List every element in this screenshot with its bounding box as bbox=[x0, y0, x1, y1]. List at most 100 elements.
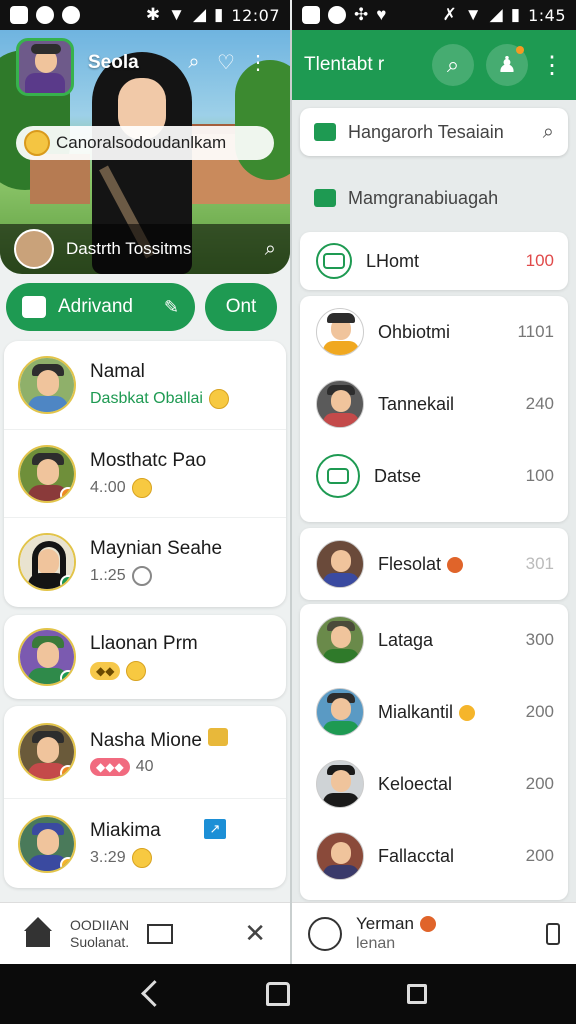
list-item[interactable]: Datse 100 bbox=[300, 440, 568, 512]
add-friend-button[interactable]: Adrivand ✎ bbox=[6, 283, 195, 331]
home-icon[interactable] bbox=[265, 982, 290, 1006]
avatar bbox=[316, 832, 364, 880]
edit-icon: ✎ bbox=[163, 296, 179, 317]
chat-row[interactable]: Llaonan Prm ◆◆ bbox=[4, 615, 286, 699]
heart-icon[interactable]: ♡ bbox=[214, 50, 238, 74]
hero-actions: ⌕ ♡ ⋮ bbox=[182, 50, 270, 74]
profile-avatar[interactable] bbox=[16, 38, 74, 96]
battery-icon: ▮ bbox=[510, 5, 521, 24]
status-time: 1:45 bbox=[528, 5, 566, 25]
row-name: Ohbiotmi bbox=[378, 321, 451, 342]
avatar bbox=[18, 444, 76, 503]
list-item[interactable]: Keloectal 200 bbox=[300, 748, 568, 820]
bell-icon: ♟ bbox=[497, 52, 517, 77]
chat-icon bbox=[314, 123, 336, 141]
mail-icon[interactable] bbox=[147, 923, 174, 944]
row-name: Fallacctal bbox=[378, 845, 455, 866]
row-value: 200 bbox=[525, 774, 554, 793]
section-label: Mamgranabiuagah bbox=[348, 187, 499, 208]
right-panel: Tlentabt r ⌕ ♟ ⋮ Hangarorh Tesaiain ⌕ Ma… bbox=[292, 30, 576, 964]
more-vert-icon[interactable]: ⋮ bbox=[540, 51, 564, 80]
row-name: Tannekail bbox=[378, 393, 455, 414]
chat-row[interactable]: Mosthatc Pao 4.:00 bbox=[4, 429, 286, 517]
avatar bbox=[316, 760, 364, 808]
row-name: Lataga bbox=[378, 629, 434, 650]
recents-icon[interactable] bbox=[407, 984, 428, 1004]
avatar bbox=[316, 616, 364, 664]
avatar bbox=[18, 628, 76, 686]
close-icon[interactable]: ✕ bbox=[244, 918, 266, 949]
left-bottom-bar: OODIIAN Suolanat. ✕ bbox=[0, 902, 290, 964]
row-name: Datse bbox=[374, 465, 422, 486]
sticker-badge: ◆◆◆ bbox=[90, 758, 130, 776]
chat-row[interactable]: Maynian Seahe 1.:25 bbox=[4, 517, 286, 605]
contact-list-card: Ohbiotmi 1101 Tannekail 240 Datse 100 bbox=[300, 296, 568, 522]
more-vert-icon[interactable]: ⋮ bbox=[246, 50, 270, 74]
notifications-button[interactable]: ♟ bbox=[486, 44, 528, 86]
row-value: 1101 bbox=[517, 322, 554, 341]
row-name: Mialkantil bbox=[378, 702, 512, 723]
profile-hero: Seola ⌕ ♡ ⋮ Canoralsodoudanlkam Dastrth … bbox=[0, 30, 290, 274]
search-placeholder: Hangarorh Tesaiain bbox=[348, 121, 504, 142]
chat-row[interactable]: Miakima 3.:29 ↗ bbox=[4, 798, 286, 888]
avatar bbox=[18, 723, 76, 781]
row-value: 100 bbox=[525, 251, 554, 270]
chat-row[interactable]: Nasha Mione ◆◆◆ 40 bbox=[4, 706, 286, 798]
app-notification-icon bbox=[328, 6, 346, 24]
chat-row[interactable]: Namal Dasbkat Oballai bbox=[4, 341, 286, 429]
chat-list-card: Nasha Mione ◆◆◆ 40 Miakima 3.:29 ↗ bbox=[4, 706, 286, 888]
chat-list-card: Namal Dasbkat Oballai Mosthatc Pao 4.:00 bbox=[4, 341, 286, 607]
row-value: 301 bbox=[525, 554, 554, 573]
search-icon[interactable]: ⌕ bbox=[182, 50, 206, 74]
search-icon[interactable]: ⌕ bbox=[265, 238, 276, 261]
chat-name: Mosthatc Pao bbox=[90, 449, 207, 471]
chat-name: Namal bbox=[90, 361, 145, 382]
phone-icon[interactable] bbox=[546, 922, 560, 945]
hero-bottom-label: Dastrth Tossitms bbox=[66, 239, 192, 258]
store-icon bbox=[22, 296, 46, 318]
avatar bbox=[316, 308, 364, 356]
list-item[interactable]: Fallacctal 200 bbox=[300, 820, 568, 892]
notification-icon bbox=[302, 6, 320, 24]
list-item[interactable]: Mialkantil 200 bbox=[300, 676, 568, 748]
battery-icon: ▮ bbox=[214, 5, 224, 24]
chat-preview: ◆◆◆ 40 bbox=[90, 758, 228, 776]
contact-list-card: Lataga 300 Mialkantil 200 Keloectal 200 … bbox=[300, 604, 568, 900]
chat-preview: 1.:25 bbox=[90, 565, 222, 586]
wifi-icon: ▼ bbox=[168, 5, 185, 24]
home-icon[interactable] bbox=[24, 916, 52, 947]
hero-bottom-bar[interactable]: Dastrth Tossitms ⌕ bbox=[0, 224, 290, 274]
avatar bbox=[316, 540, 364, 588]
list-item[interactable]: Ohbiotmi 1101 bbox=[300, 296, 568, 368]
community-chip-label: Canoralsodoudanlkam bbox=[56, 133, 227, 152]
search-button[interactable]: ⌕ bbox=[432, 44, 474, 86]
highlight-row[interactable]: LHomt 100 bbox=[300, 232, 568, 290]
community-chip[interactable]: Canoralsodoudanlkam bbox=[16, 126, 274, 160]
row-value: 100 bbox=[525, 466, 554, 485]
search-field[interactable]: Hangarorh Tesaiain ⌕ bbox=[300, 108, 568, 156]
out-button[interactable]: Ont bbox=[205, 283, 277, 331]
notification-icon bbox=[10, 6, 28, 24]
row-value: 240 bbox=[525, 394, 554, 413]
list-item[interactable]: Flesolat 301 bbox=[300, 528, 568, 600]
right-bottom-bar[interactable]: Yerman lenan bbox=[292, 902, 576, 964]
chat-list-card: Llaonan Prm ◆◆ bbox=[4, 615, 286, 699]
chat-name: Nasha Mione bbox=[90, 728, 228, 752]
signal-icon: ◢ bbox=[192, 5, 207, 24]
list-item[interactable]: Tannekail 240 bbox=[300, 368, 568, 440]
bluetooth-icon: ✱ bbox=[145, 5, 161, 24]
status-time: 12:07 bbox=[231, 5, 280, 25]
chat-name: Maynian Seahe bbox=[90, 537, 223, 559]
list-item[interactable]: Lataga 300 bbox=[300, 604, 568, 676]
fire-icon bbox=[419, 916, 436, 933]
section-header[interactable]: Mamgranabiuagah bbox=[300, 170, 568, 226]
reply-icon[interactable]: ↗ bbox=[204, 819, 226, 839]
mute-icon: ✗ bbox=[442, 5, 457, 24]
message-icon bbox=[314, 189, 336, 207]
chat-preview: ◆◆ bbox=[90, 661, 198, 681]
data-saver-icon: ✣ bbox=[354, 5, 369, 24]
status-dot bbox=[60, 856, 74, 871]
status-dot bbox=[60, 670, 74, 684]
phone-screen: ✱ ▼ ◢ ▮ 12:07 ✣ ♥ ✗ ▼ ◢ ▮ 1:45 Seola ⌕ ♡… bbox=[0, 0, 576, 1024]
hero-tree bbox=[235, 60, 290, 180]
